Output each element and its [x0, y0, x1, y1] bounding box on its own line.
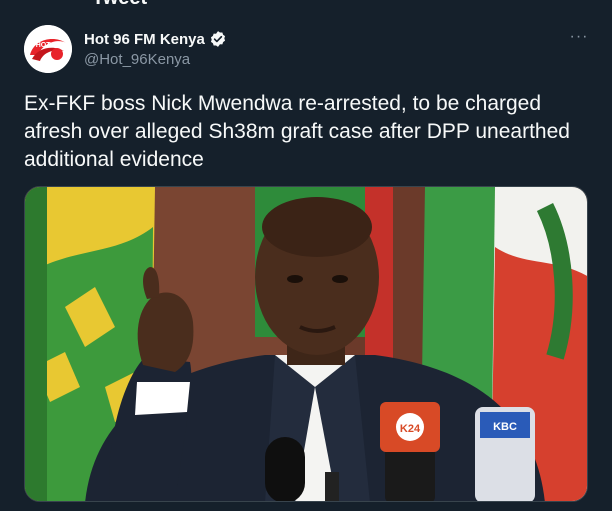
press-conference-photo: K24 KBC	[25, 187, 587, 501]
page-title: Tweet	[92, 0, 147, 10]
display-name[interactable]: Hot 96 FM Kenya	[84, 31, 205, 48]
avatar[interactable]: HOT 96	[24, 25, 72, 73]
more-options-button[interactable]: ···	[565, 28, 593, 46]
tweet-text: Ex-FKF boss Nick Mwendwa re-arrested, to…	[24, 92, 570, 171]
avatar-logo-text: HOT 96	[36, 42, 61, 49]
hot96-logo-icon: HOT 96	[24, 25, 72, 73]
verified-badge-icon	[209, 30, 227, 48]
kbc-mic-label: KBC	[493, 421, 517, 433]
tweet-page: Tweet HOT 96 Hot 96 FM Kenya @Hot_96Keny…	[0, 0, 612, 511]
k24-mic-label: K24	[400, 423, 421, 435]
author-handle[interactable]: @Hot_96Kenya	[84, 51, 190, 68]
author-name-row[interactable]: Hot 96 FM Kenya	[84, 30, 227, 48]
tweet-media-photo[interactable]: K24 KBC	[24, 186, 588, 502]
